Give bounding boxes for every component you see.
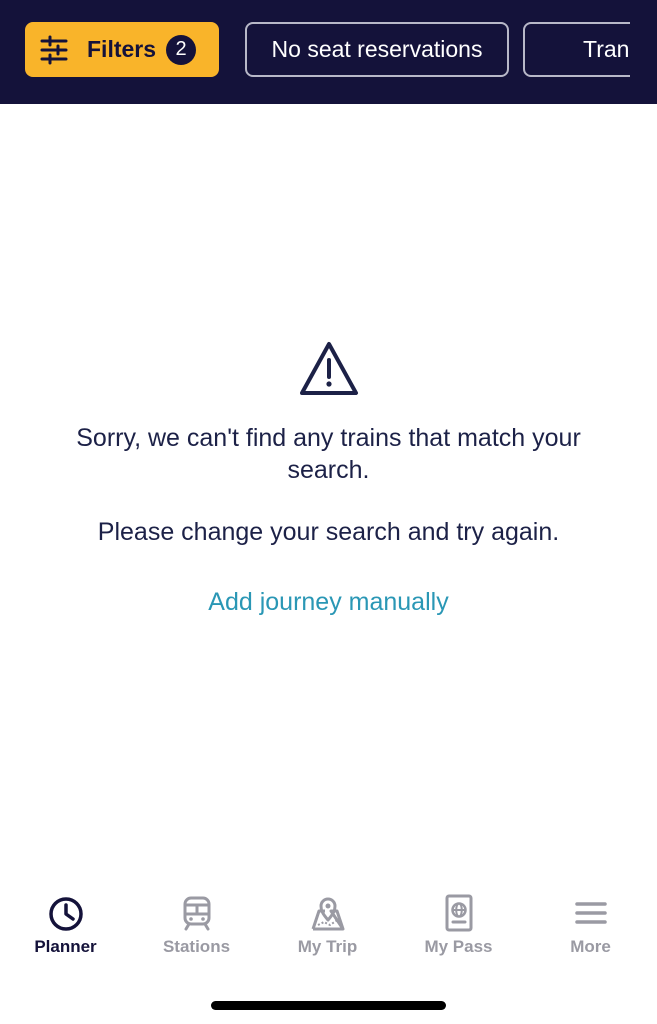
- no-results-message: Sorry, we can't find any trains that mat…: [76, 424, 581, 484]
- tab-my-pass-label: My Pass: [424, 937, 493, 956]
- train-icon: [183, 896, 210, 931]
- tab-my-trip[interactable]: My Trip: [262, 893, 393, 957]
- filter-bar-edge: [630, 0, 657, 104]
- change-search-message: Please change your search and try again.: [97, 518, 560, 546]
- menu-icon: [574, 902, 607, 924]
- filters-count-badge: 2: [166, 34, 197, 65]
- app-root: Filters 2 No seat reservations Tran Sorr…: [0, 0, 657, 1024]
- passport-icon: [445, 894, 472, 932]
- filters-button[interactable]: Filters 2: [25, 22, 219, 77]
- empty-state: Sorry, we can't find any trains that mat…: [0, 340, 657, 617]
- tab-stations-label: Stations: [162, 937, 231, 956]
- filters-label: Filters: [87, 36, 157, 62]
- clock-icon: [48, 897, 83, 931]
- add-journey-manually-link[interactable]: Add journey manually: [208, 588, 448, 616]
- tab-planner[interactable]: Planner: [0, 893, 131, 957]
- warning-triangle-icon: [299, 342, 358, 395]
- home-indicator: [211, 1001, 446, 1010]
- no-seat-reservations-chip[interactable]: No seat reservations: [245, 22, 509, 77]
- filter-bar: Filters 2 No seat reservations Tran: [0, 0, 657, 104]
- sliders-icon: [40, 35, 68, 64]
- tab-my-trip-label: My Trip: [297, 937, 358, 956]
- tab-more[interactable]: More: [525, 893, 656, 957]
- bottom-tab-bar: Planner Stations My Trip My Pass More: [0, 893, 657, 973]
- map-pin-icon: [311, 897, 344, 931]
- tab-my-pass[interactable]: My Pass: [393, 893, 524, 957]
- tab-planner-label: Planner: [34, 937, 97, 956]
- tab-more-label: More: [570, 937, 611, 956]
- tab-stations[interactable]: Stations: [131, 893, 262, 957]
